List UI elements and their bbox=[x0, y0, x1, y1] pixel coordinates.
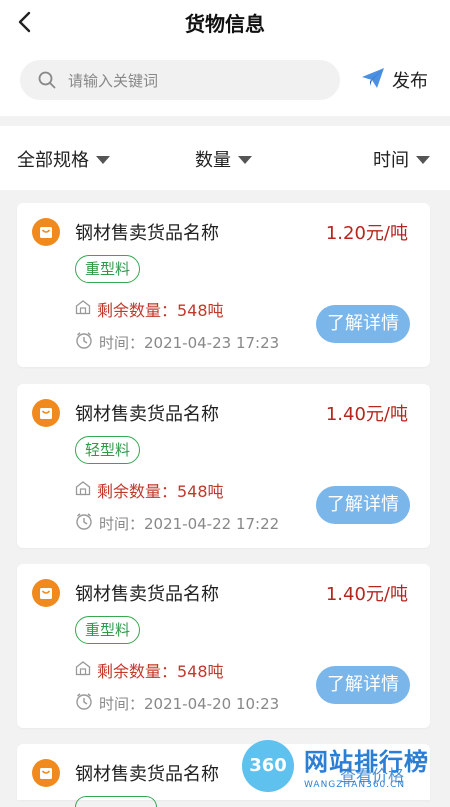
warehouse-icon bbox=[75, 480, 91, 500]
post-time: 时间：2021-04-20 10:23 bbox=[99, 694, 280, 713]
dropdown-triangle-icon bbox=[238, 156, 252, 164]
clock-icon bbox=[75, 512, 93, 534]
remaining-row: 剩余数量：548吨 bbox=[75, 297, 224, 321]
warehouse-icon bbox=[75, 660, 91, 680]
filter-label: 数量 bbox=[195, 150, 231, 171]
filter-label: 全部规格 bbox=[17, 150, 89, 171]
goods-name: 钢材售卖货品名称 bbox=[75, 223, 219, 244]
dropdown-triangle-icon bbox=[96, 156, 110, 164]
remaining-quantity: 剩余数量：548吨 bbox=[97, 482, 224, 501]
clock-icon bbox=[75, 331, 93, 353]
paper-plane-icon bbox=[360, 66, 386, 94]
filter-time[interactable]: 时间 bbox=[373, 146, 430, 172]
details-button[interactable]: 了解详情 bbox=[316, 486, 410, 524]
page-title: 货物信息 bbox=[185, 12, 265, 36]
post-time: 时间：2021-04-23 17:23 bbox=[99, 333, 280, 352]
goods-tag: 轻型料 bbox=[75, 436, 141, 464]
goods-tag: 重型料 bbox=[75, 616, 141, 644]
goods-bag-icon bbox=[32, 759, 60, 787]
goods-price: 1.40元/吨 bbox=[325, 584, 408, 605]
goods-price: 1.40元/吨 bbox=[325, 404, 408, 425]
publish-label: 发布 bbox=[392, 71, 428, 92]
details-button[interactable]: 了解详情 bbox=[316, 305, 410, 343]
filter-label: 时间 bbox=[373, 150, 409, 171]
clock-icon bbox=[75, 692, 93, 714]
time-row: 时间：2021-04-20 10:23 bbox=[75, 692, 279, 714]
goods-name: 钢材售卖货品名称 bbox=[75, 404, 219, 425]
remaining-quantity: 剩余数量：548吨 bbox=[97, 662, 224, 681]
dropdown-triangle-icon bbox=[416, 156, 430, 164]
watermark-url: WANGZHAN360.CN bbox=[304, 780, 406, 790]
goods-card[interactable]: 钢材售卖货品名称 1.40元/吨 轻型料 剩余数量：548吨 时间：2021-0… bbox=[17, 384, 430, 548]
remaining-row: 剩余数量：548吨 bbox=[75, 658, 224, 682]
watermark-logo: 360 bbox=[242, 740, 294, 792]
goods-price: 1.20元/吨 bbox=[325, 223, 408, 244]
time-row: 时间：2021-04-22 17:22 bbox=[75, 512, 279, 534]
filter-quantity[interactable]: 数量 bbox=[195, 146, 252, 172]
goods-bag-icon bbox=[32, 579, 60, 607]
goods-tag-partial bbox=[75, 796, 157, 807]
goods-card[interactable]: 钢材售卖货品名称 1.40元/吨 重型料 剩余数量：548吨 时间：2021-0… bbox=[17, 564, 430, 728]
watermark: 360 网站排行榜 查看价格 WANGZHAN360.CN bbox=[240, 740, 450, 800]
filter-spec[interactable]: 全部规格 bbox=[17, 146, 110, 172]
post-time: 时间：2021-04-22 17:22 bbox=[99, 514, 280, 533]
goods-bag-icon bbox=[32, 399, 60, 427]
remaining-quantity: 剩余数量：548吨 bbox=[97, 301, 224, 320]
top-bar: 货物信息 bbox=[0, 0, 450, 44]
search-input[interactable] bbox=[66, 68, 330, 94]
remaining-row: 剩余数量：548吨 bbox=[75, 478, 224, 502]
goods-bag-icon bbox=[32, 218, 60, 246]
goods-name: 钢材售卖货品名称 bbox=[75, 764, 219, 785]
goods-tag: 重型料 bbox=[75, 255, 141, 283]
search-icon bbox=[38, 71, 56, 93]
search-box[interactable] bbox=[20, 60, 340, 100]
warehouse-icon bbox=[75, 299, 91, 319]
search-bar: 发布 bbox=[0, 44, 450, 116]
filter-bar: 全部规格 数量 时间 bbox=[0, 126, 450, 190]
goods-name: 钢材售卖货品名称 bbox=[75, 584, 219, 605]
goods-card[interactable]: 钢材售卖货品名称 1.20元/吨 重型料 剩余数量：548吨 时间：2021-0… bbox=[17, 203, 430, 367]
publish-button[interactable]: 发布 bbox=[360, 64, 440, 96]
time-row: 时间：2021-04-23 17:23 bbox=[75, 331, 279, 353]
details-button[interactable]: 了解详情 bbox=[316, 666, 410, 704]
